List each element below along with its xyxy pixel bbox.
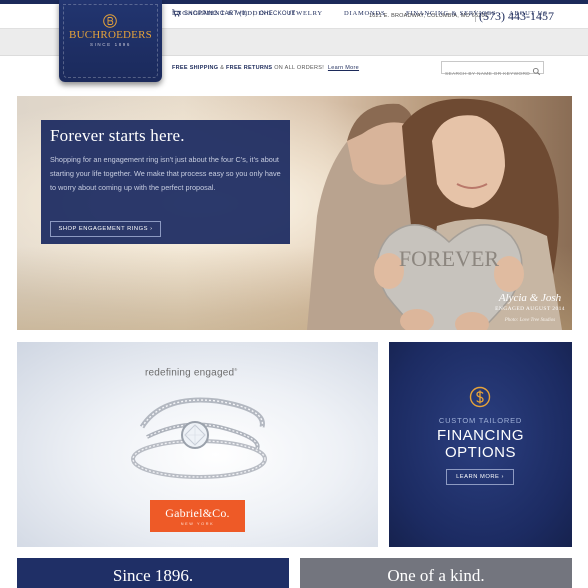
buchroeders-b-icon xyxy=(103,14,117,28)
hero-title: Forever starts here. xyxy=(50,126,185,145)
heart-forever-text: FOREVER xyxy=(399,246,500,271)
photo-caption-credit: Photo: Love Tree Studios xyxy=(504,318,556,323)
gabriel-co-logo: Gabriel&Co. NEW YORK xyxy=(150,500,245,532)
nav-jewelry[interactable]: JEWELRY xyxy=(288,10,323,17)
nav-diamonds[interactable]: DIAMONDS xyxy=(344,10,385,17)
ad-tagline-registered-mark: ® xyxy=(234,367,238,372)
nav-engagement-wedding[interactable]: ENGAGEMENT & WEDDING xyxy=(172,10,272,17)
site-logo[interactable]: BUCHROEDERS SINCE 1896 xyxy=(59,0,162,82)
nav-financing-services[interactable]: FINANCING & SERVICES xyxy=(406,10,496,17)
search-box xyxy=(441,61,544,80)
nav-about-us[interactable]: ABOUT US xyxy=(509,10,548,17)
financing-title-line1: FINANCING xyxy=(437,427,524,444)
gabriel-co-wordmark: Gabriel&Co. xyxy=(165,506,230,520)
logo-wordmark: BUCHROEDERS xyxy=(69,29,152,41)
learn-more-button[interactable]: LEARN MORE › xyxy=(446,469,514,485)
ad-tagline: redefining engaged® xyxy=(145,367,237,378)
gabriel-co-city: NEW YORK xyxy=(180,522,215,526)
photo-caption-names: Alycia & Josh xyxy=(498,292,562,304)
one-of-a-kind-title: One of a kind. xyxy=(387,566,485,585)
engagement-ring-image xyxy=(131,397,267,479)
promo-amp: & xyxy=(220,65,225,71)
learn-more-link[interactable]: Learn More xyxy=(328,65,359,71)
shop-engagement-rings-button[interactable]: SHOP ENGAGEMENT RINGS › xyxy=(50,221,161,237)
search-input[interactable] xyxy=(442,69,530,80)
dollar-coin-icon xyxy=(469,386,491,408)
promo-rest: ON ALL ORDERS! xyxy=(274,65,325,71)
promo-free-returns: FREE RETURNS xyxy=(226,65,273,71)
search-icon[interactable] xyxy=(532,63,541,76)
ad-tagline-text: redefining engaged xyxy=(145,367,235,379)
financing-subtitle: CUSTOM TAILORED xyxy=(438,416,523,425)
financing-title-line2: OPTIONS xyxy=(444,444,516,461)
logo-since: SINCE 1896 xyxy=(89,42,131,47)
since-1896-title: Since 1896. xyxy=(112,566,194,585)
promo-free-shipping: FREE SHIPPING xyxy=(172,65,219,71)
financing-title: FINANCING OPTIONS xyxy=(389,427,572,461)
hero-body-text: Shopping for an engagement ring isn't ju… xyxy=(50,155,281,192)
photo-caption-engaged: ENGAGED AUGUST 2014 xyxy=(495,306,565,312)
shipping-promo: FREE SHIPPING & FREE RETURNS ON ALL ORDE… xyxy=(172,65,359,71)
